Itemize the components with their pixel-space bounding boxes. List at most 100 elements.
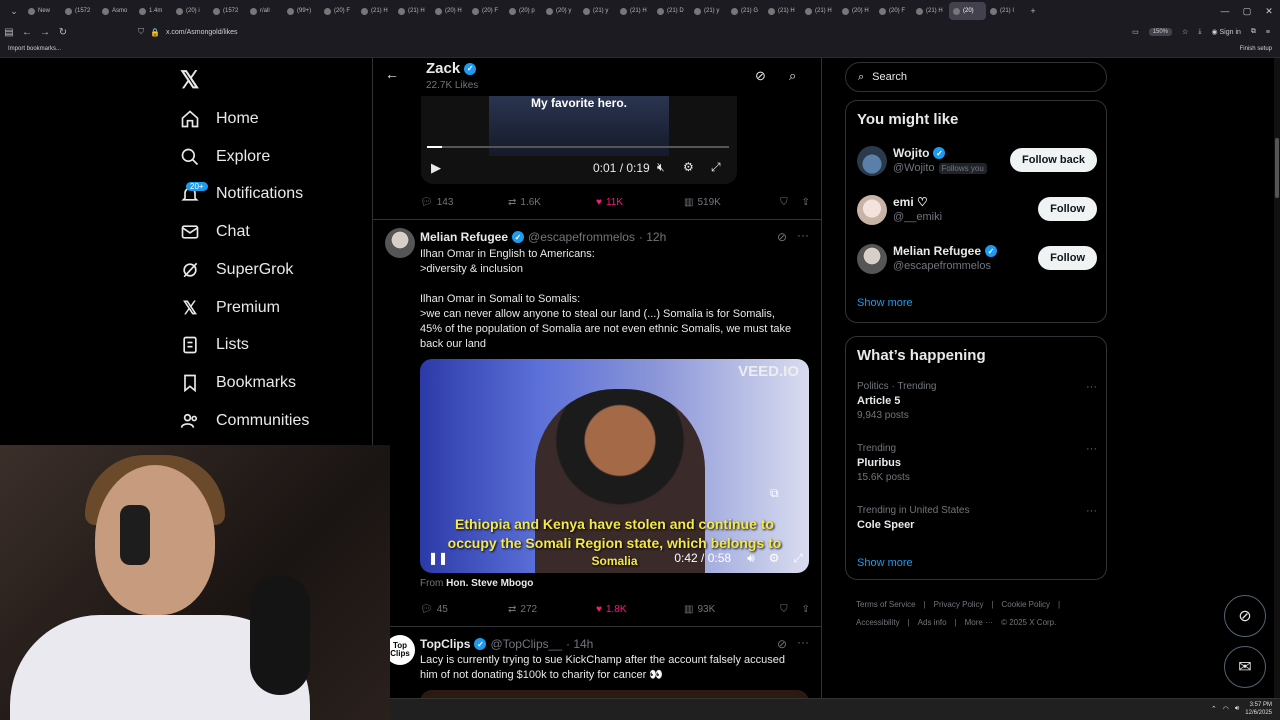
- views-button[interactable]: ▥ 519K: [684, 197, 772, 208]
- like-button[interactable]: ♥ 11K: [596, 197, 684, 208]
- follow-back-button[interactable]: Follow back: [1010, 148, 1097, 172]
- volume-icon[interactable]: 🔊︎: [747, 551, 755, 566]
- sidebar-item-home[interactable]: Home: [180, 104, 259, 134]
- pip-icon[interactable]: ⧉: [770, 486, 779, 501]
- suggestion-name[interactable]: Melian Refugee: [893, 244, 981, 258]
- grok-fab-button[interactable]: ⊘: [1224, 595, 1266, 637]
- new-tab-button[interactable]: +: [1023, 6, 1043, 16]
- zoom-level[interactable]: 150%: [1148, 28, 1173, 36]
- sidebar-item-explore[interactable]: Explore: [180, 142, 270, 172]
- menu-icon[interactable]: ≡: [1266, 29, 1270, 36]
- browser-tab[interactable]: (20) p: [505, 2, 542, 20]
- browser-tab[interactable]: (21) H: [912, 2, 949, 20]
- import-bookmarks-link[interactable]: Import bookmarks...: [8, 46, 61, 52]
- author-handle[interactable]: @escapefrommelos: [528, 230, 635, 244]
- volume-icon[interactable]: 🔊︎: [1235, 705, 1239, 713]
- avatar[interactable]: [385, 228, 415, 258]
- browser-tab[interactable]: (21) H: [616, 2, 653, 20]
- reload-icon[interactable]: ↻: [54, 27, 72, 38]
- avatar[interactable]: [857, 244, 887, 274]
- footer-link[interactable]: More ···: [965, 614, 993, 632]
- browser-tab[interactable]: (20) y: [542, 2, 579, 20]
- sidebar-item-premium[interactable]: 𝕏 Premium: [180, 293, 280, 323]
- repost-button[interactable]: ⇄ 1.6K: [508, 197, 596, 208]
- follow-button[interactable]: Follow: [1038, 197, 1097, 221]
- back-arrow-icon[interactable]: ←: [385, 66, 399, 82]
- grok-icon[interactable]: ⊘: [777, 637, 787, 651]
- footer-link[interactable]: Ads info: [918, 614, 947, 632]
- browser-tab[interactable]: (21) H: [357, 2, 394, 20]
- browser-tab[interactable]: (99+): [283, 2, 320, 20]
- url-bar[interactable]: ⛉ 🔒 x.com/Asmongold/likes: [130, 24, 1110, 40]
- browser-tab[interactable]: Asmo: [98, 2, 135, 20]
- bookmark-icon[interactable]: ⛉: [780, 197, 788, 208]
- suggestion-item[interactable]: emi ♡ @__emiki Follow: [857, 195, 1097, 227]
- author-name[interactable]: TopClips: [420, 637, 470, 651]
- browser-tab[interactable]: (1572: [61, 2, 98, 20]
- volume-icon[interactable]: 🔇︎: [657, 160, 665, 175]
- sidebar-item-notifications[interactable]: 20+ Notifications: [180, 179, 303, 209]
- back-icon[interactable]: ←: [18, 27, 36, 38]
- more-icon[interactable]: ···: [1086, 443, 1097, 455]
- sidebar-item-chat[interactable]: Chat: [180, 217, 250, 247]
- browser-tab[interactable]: (21) y: [579, 2, 616, 20]
- close-window-icon[interactable]: ✕: [1258, 6, 1280, 17]
- browser-tab[interactable]: New: [24, 2, 61, 20]
- follow-button[interactable]: Follow: [1038, 246, 1097, 270]
- trend-item[interactable]: Trending in United States Cole Speer ···: [857, 505, 1097, 549]
- browser-tab[interactable]: (21) H: [394, 2, 431, 20]
- footer-link[interactable]: Cookie Policy: [1002, 596, 1050, 614]
- browser-tab[interactable]: (21) G: [727, 2, 764, 20]
- author-handle[interactable]: @TopClips__: [490, 637, 562, 651]
- lock-icon[interactable]: 🔒: [150, 28, 160, 37]
- video-player[interactable]: My favorite hero. ▶ 0:01 / 0:19 🔇︎ ⚙ ⤢: [421, 96, 737, 184]
- sign-in-button[interactable]: ◉ Sign in: [1211, 28, 1240, 36]
- reply-button[interactable]: 💬︎ 143: [420, 197, 508, 208]
- tweet-time[interactable]: · 12h: [639, 230, 666, 244]
- grok-icon[interactable]: ⊘: [755, 68, 766, 84]
- footer-link[interactable]: Accessibility: [856, 614, 900, 632]
- forward-icon[interactable]: →: [36, 27, 54, 38]
- messages-fab-button[interactable]: ✉: [1224, 646, 1266, 688]
- share-icon[interactable]: ⇪: [802, 197, 810, 208]
- page-scrollbar[interactable]: [1274, 58, 1280, 698]
- search-input[interactable]: ⌕ Search: [845, 62, 1107, 92]
- tweet-time[interactable]: · 14h: [566, 637, 593, 651]
- browser-tab[interactable]: (20): [949, 2, 986, 20]
- footer-link[interactable]: © 2025 X Corp.: [1001, 614, 1056, 632]
- browser-tab[interactable]: (20) F: [875, 2, 912, 20]
- suggestion-item[interactable]: Melian Refugee ✓ @escapefrommelos Follow: [857, 244, 1097, 276]
- clock[interactable]: 3:57 PM 12/6/2025: [1245, 701, 1272, 717]
- reply-button[interactable]: 💬︎ 45: [420, 604, 508, 615]
- show-more-link[interactable]: Show more: [857, 557, 913, 569]
- browser-tab[interactable]: (1572: [209, 2, 246, 20]
- browser-tab[interactable]: (20) F: [468, 2, 505, 20]
- suggestion-name[interactable]: emi ♡: [893, 195, 928, 209]
- trend-item[interactable]: Trending Pluribus 15.6K posts ···: [857, 443, 1097, 487]
- browser-tab[interactable]: (20) H: [431, 2, 468, 20]
- star-icon[interactable]: ☆: [1182, 28, 1188, 36]
- fullscreen-icon[interactable]: ⤢: [793, 551, 803, 566]
- author-name[interactable]: Melian Refugee: [420, 230, 508, 244]
- more-icon[interactable]: ···: [797, 228, 809, 242]
- like-button[interactable]: ♥ 1.8K: [596, 604, 684, 615]
- sidebar-item-bookmarks[interactable]: Bookmarks: [180, 368, 296, 398]
- footer-link[interactable]: Privacy Policy: [934, 596, 984, 614]
- repost-button[interactable]: ⇄ 272: [508, 604, 596, 615]
- search-icon[interactable]: ⌕: [789, 68, 796, 84]
- browser-tab[interactable]: r/all: [246, 2, 283, 20]
- url-text[interactable]: x.com/Asmongold/likes: [166, 29, 238, 36]
- x-logo-icon[interactable]: 𝕏: [180, 66, 199, 95]
- trend-item[interactable]: Politics · Trending Article 5 9,943 post…: [857, 381, 1097, 425]
- more-icon[interactable]: ···: [1086, 381, 1097, 393]
- play-icon[interactable]: ▶: [431, 160, 441, 176]
- share-icon[interactable]: ⇪: [802, 604, 810, 615]
- show-more-link[interactable]: Show more: [857, 297, 913, 309]
- suggestion-name[interactable]: Wojito: [893, 146, 929, 160]
- footer-link[interactable]: Terms of Service: [856, 596, 916, 614]
- pause-icon[interactable]: ❚❚: [428, 551, 448, 565]
- more-icon[interactable]: ···: [1086, 505, 1097, 517]
- browser-tab[interactable]: (21) y: [690, 2, 727, 20]
- source-name[interactable]: Hon. Steve Mbogo: [446, 578, 533, 589]
- grok-icon[interactable]: ⊘: [777, 230, 787, 244]
